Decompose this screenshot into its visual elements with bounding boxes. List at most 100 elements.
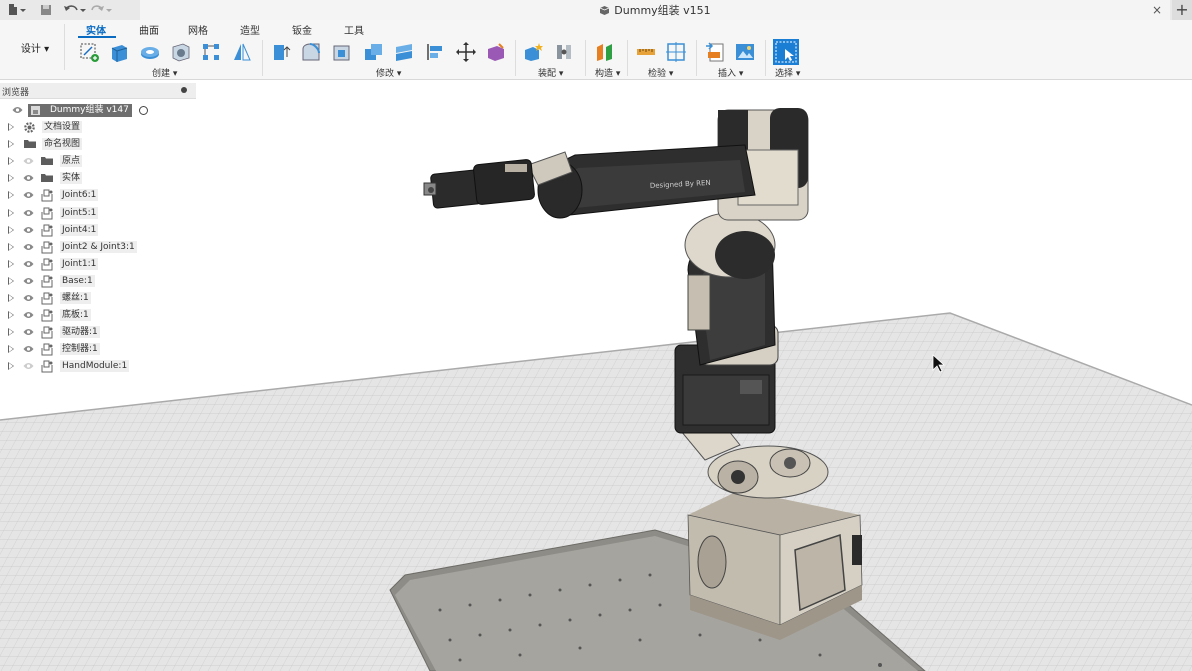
expand-triangle-icon[interactable] bbox=[8, 362, 14, 371]
press-pull-icon[interactable] bbox=[270, 41, 292, 63]
modify-group-label[interactable]: 修改 ▾ bbox=[376, 66, 401, 79]
create-group-label[interactable]: 创建 ▾ bbox=[152, 66, 177, 79]
component-icon bbox=[40, 258, 54, 271]
select-icon[interactable] bbox=[773, 39, 799, 65]
construct-group-label[interactable]: 构造 ▾ bbox=[595, 66, 620, 79]
eye-icon[interactable] bbox=[23, 328, 34, 336]
joint-icon[interactable] bbox=[553, 41, 575, 63]
extrude-icon[interactable] bbox=[108, 41, 130, 63]
tab-form[interactable]: 造型 bbox=[240, 22, 260, 37]
document-tab[interactable]: Dummy组装 v151 bbox=[140, 0, 1170, 20]
browser-root-node[interactable]: Dummy组装 v147 bbox=[0, 103, 160, 118]
split-body-icon[interactable] bbox=[393, 41, 415, 63]
file-menu-icon[interactable] bbox=[8, 3, 26, 17]
align-icon[interactable] bbox=[424, 41, 446, 63]
expand-triangle-icon[interactable] bbox=[8, 345, 14, 354]
browser-node[interactable]: Base:1 bbox=[0, 274, 200, 289]
expand-triangle-icon[interactable] bbox=[8, 123, 14, 131]
browser-node[interactable]: Joint4:1 bbox=[0, 223, 200, 238]
expand-triangle-icon[interactable] bbox=[8, 242, 14, 251]
expand-triangle-icon[interactable] bbox=[8, 328, 14, 337]
browser-node[interactable]: 底板:1 bbox=[0, 308, 200, 323]
browser-node-label: 文档设置 bbox=[42, 121, 83, 133]
eye-icon[interactable] bbox=[23, 362, 34, 370]
component-icon bbox=[40, 189, 54, 202]
assemble-group-label[interactable]: 装配 ▾ bbox=[538, 66, 563, 79]
expand-triangle-icon[interactable] bbox=[8, 294, 14, 302]
tab-tools[interactable]: 工具 bbox=[344, 22, 364, 37]
combine-icon[interactable] bbox=[362, 41, 384, 63]
eye-icon[interactable] bbox=[23, 209, 34, 217]
insert-svg-icon[interactable] bbox=[704, 41, 726, 63]
component-icon bbox=[40, 309, 54, 322]
appearance-icon[interactable] bbox=[485, 41, 507, 63]
browser-node[interactable]: 螺丝:1 bbox=[0, 291, 200, 306]
fillet-icon[interactable] bbox=[300, 41, 322, 63]
hole-icon[interactable] bbox=[170, 41, 192, 63]
offset-plane-icon[interactable] bbox=[594, 41, 616, 63]
activate-radio-icon[interactable] bbox=[139, 106, 148, 115]
eye-icon[interactable] bbox=[23, 277, 34, 285]
eye-icon[interactable] bbox=[23, 243, 34, 251]
expand-triangle-icon[interactable] bbox=[8, 208, 14, 217]
expand-triangle-icon[interactable] bbox=[8, 174, 14, 183]
browser-node[interactable]: 原点 bbox=[0, 154, 200, 169]
redo-icon[interactable] bbox=[90, 3, 114, 17]
section-analysis-icon[interactable] bbox=[665, 41, 687, 63]
collapse-panel-icon[interactable] bbox=[181, 87, 187, 93]
expand-triangle-icon[interactable] bbox=[8, 157, 14, 166]
undo-icon[interactable] bbox=[63, 3, 87, 17]
browser-node[interactable]: Joint2 & Joint3:1 bbox=[0, 240, 200, 255]
browser-node[interactable]: Joint6:1 bbox=[0, 188, 200, 203]
browser-node[interactable]: 命名视图 bbox=[0, 137, 200, 152]
group-separator bbox=[262, 40, 263, 76]
save-icon[interactable] bbox=[40, 3, 52, 17]
browser-node[interactable]: Joint5:1 bbox=[0, 206, 200, 221]
eye-icon[interactable] bbox=[23, 294, 34, 302]
workspace-dropdown[interactable]: 设计 ▾ bbox=[6, 24, 65, 70]
measure-icon[interactable] bbox=[635, 41, 657, 63]
new-component-icon[interactable] bbox=[522, 41, 544, 63]
eye-icon[interactable] bbox=[23, 191, 34, 199]
tab-solid[interactable]: 实体 bbox=[86, 22, 106, 37]
select-group-label[interactable]: 选择 ▾ bbox=[775, 66, 800, 79]
tab-sheet-metal[interactable]: 钣金 bbox=[292, 22, 312, 37]
browser-node[interactable]: 文档设置 bbox=[0, 120, 200, 135]
tab-mesh[interactable]: 网格 bbox=[188, 22, 208, 37]
new-tab-icon[interactable]: + bbox=[1172, 0, 1192, 20]
mirror-icon[interactable] bbox=[231, 41, 253, 63]
rectangular-pattern-icon[interactable] bbox=[200, 41, 222, 63]
expand-triangle-icon[interactable] bbox=[8, 311, 14, 320]
expand-triangle-icon[interactable] bbox=[8, 276, 14, 285]
close-tab-icon[interactable]: × bbox=[1152, 3, 1162, 17]
eye-icon[interactable] bbox=[23, 345, 34, 353]
browser-node[interactable]: 实体 bbox=[0, 171, 200, 186]
eye-icon[interactable] bbox=[23, 311, 34, 319]
eye-icon[interactable] bbox=[23, 157, 34, 165]
browser-node[interactable]: 驱动器:1 bbox=[0, 325, 200, 340]
title-bar: Dummy组装 v151 × + bbox=[0, 0, 1192, 20]
browser-node[interactable]: Joint1:1 bbox=[0, 257, 200, 272]
shell-icon[interactable] bbox=[331, 41, 353, 63]
browser-panel-header[interactable]: 浏览器 bbox=[0, 83, 196, 99]
tab-surface[interactable]: 曲面 bbox=[139, 22, 159, 37]
insert-group-label[interactable]: 插入 ▾ bbox=[718, 66, 743, 79]
browser-node-label: 驱动器:1 bbox=[60, 326, 100, 339]
eye-icon[interactable] bbox=[12, 106, 23, 117]
canvas-icon[interactable] bbox=[734, 41, 756, 63]
eye-icon[interactable] bbox=[23, 226, 34, 234]
inspect-group-label[interactable]: 检验 ▾ bbox=[648, 66, 673, 79]
browser-node[interactable]: HandModule:1 bbox=[0, 359, 200, 374]
component-icon bbox=[40, 343, 54, 356]
revolve-icon[interactable] bbox=[139, 41, 161, 63]
expand-triangle-icon[interactable] bbox=[8, 225, 14, 234]
browser-node-label: Joint5:1 bbox=[60, 206, 99, 219]
expand-triangle-icon[interactable] bbox=[8, 259, 14, 268]
create-sketch-icon[interactable] bbox=[78, 41, 100, 63]
eye-icon[interactable] bbox=[23, 260, 34, 268]
expand-triangle-icon[interactable] bbox=[8, 191, 14, 200]
eye-icon[interactable] bbox=[23, 174, 34, 182]
browser-node[interactable]: 控制器:1 bbox=[0, 342, 200, 357]
move-icon[interactable] bbox=[455, 41, 477, 63]
expand-triangle-icon[interactable] bbox=[8, 140, 14, 149]
